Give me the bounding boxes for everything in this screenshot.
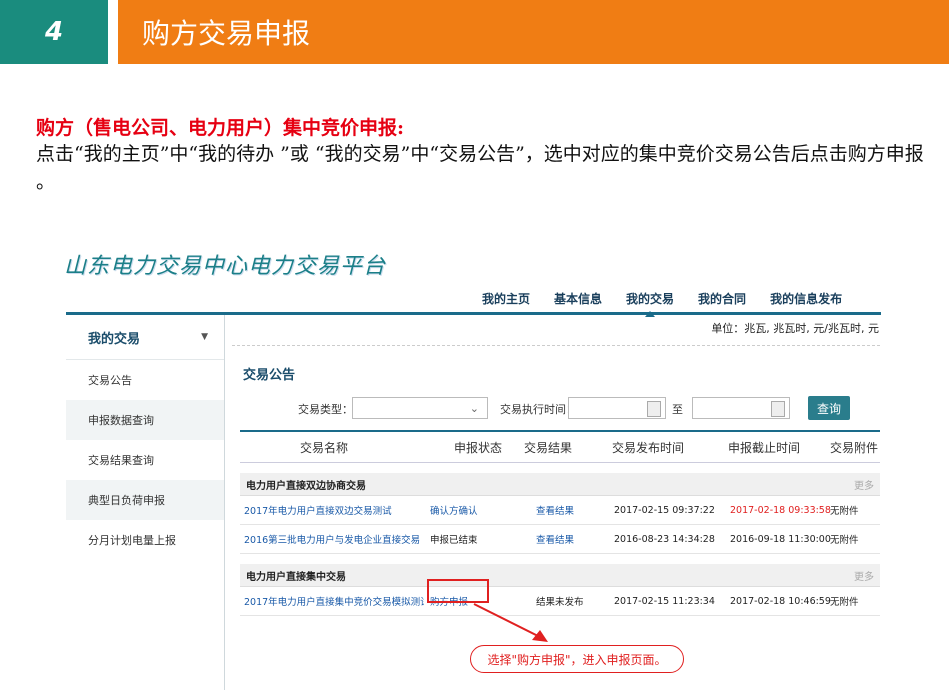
- sidebar-title: 我的交易: [88, 331, 141, 347]
- platform-logo: 山东电力交易中心电力交易平台: [64, 254, 387, 279]
- top-navigation: 我的主页 基本信息 我的交易 我的合同 我的信息发布: [470, 290, 854, 317]
- attachment: 无附件: [830, 597, 859, 608]
- col-deadline: 申报截止时间: [728, 440, 801, 455]
- sidebar-item-result-query[interactable]: 交易结果查询: [66, 440, 224, 480]
- instruction-heading: 购方（售电公司、电力用户）集中竞价申报:: [36, 117, 405, 139]
- nav-my-contracts[interactable]: 我的合同: [686, 290, 758, 307]
- status-link[interactable]: 确认方确认: [430, 496, 478, 524]
- table-row: 2017年电力用户直接双边交易测试 确认方确认 查看结果 2017-02-15 …: [240, 496, 880, 525]
- sidebar-header[interactable]: 我的交易 ▼: [66, 315, 224, 360]
- deadline-time: 2016-09-18 11:30:00: [730, 533, 831, 545]
- nav-my-trades[interactable]: 我的交易: [614, 290, 686, 317]
- group-header: 电力用户直接集中交易 更多: [240, 564, 880, 587]
- col-result: 交易结果: [524, 440, 573, 455]
- col-publish: 交易发布时间: [612, 440, 685, 455]
- time-label: 交易执行时间：: [500, 403, 577, 416]
- callout-annotation: 选择"购方申报"，进入申报页面。: [470, 645, 684, 673]
- trade-name-link[interactable]: 2017年电力用户直接集中竞价交易模拟测试: [244, 587, 424, 615]
- units-label: 单位：兆瓦, 兆瓦时, 元/兆瓦时, 元: [711, 322, 879, 335]
- col-status: 申报状态: [454, 440, 503, 455]
- announcement-table: 交易名称 申报状态 交易结果 交易发布时间 申报截止时间 交易附件 电力用户直接…: [240, 430, 880, 616]
- sidebar-item-declaration-query[interactable]: 申报数据查询: [66, 400, 224, 440]
- type-label: 交易类型：: [298, 403, 353, 416]
- calendar-icon[interactable]: [647, 401, 661, 417]
- nav-my-publish[interactable]: 我的信息发布: [758, 290, 854, 307]
- publish-time: 2016-08-23 14:34:28: [614, 533, 715, 545]
- slide-number: 4: [0, 0, 108, 64]
- deadline-time: 2017-02-18 09:33:58: [730, 504, 831, 516]
- chevron-down-icon: ▼: [201, 332, 208, 342]
- view-result-link[interactable]: 查看结果: [536, 525, 574, 553]
- table-row: 2016第三批电力用户与发电企业直接交易 申报已结束 查看结果 2016-08-…: [240, 525, 880, 554]
- nav-home[interactable]: 我的主页: [470, 290, 542, 307]
- slide-title: 购方交易申报: [118, 0, 949, 64]
- calendar-icon[interactable]: [771, 401, 785, 417]
- status-text: 申报已结束: [430, 535, 478, 546]
- type-select[interactable]: ⌄: [352, 397, 488, 419]
- trade-name-link[interactable]: 2017年电力用户直接双边交易测试: [244, 496, 424, 524]
- sidebar-item-monthly-plan[interactable]: 分月计划电量上报: [66, 520, 224, 560]
- sidebar-item-announcements[interactable]: 交易公告: [66, 360, 224, 400]
- divider: [232, 345, 880, 346]
- table-row: 2017年电力用户直接集中竞价交易模拟测试 购方申报 结果未发布 2017-02…: [240, 587, 880, 616]
- group-header: 电力用户直接双边协商交易 更多: [240, 473, 880, 496]
- attachment: 无附件: [830, 535, 859, 546]
- trade-name-link[interactable]: 2016第三批电力用户与发电企业直接交易: [244, 525, 424, 553]
- more-link[interactable]: 更多: [854, 568, 874, 583]
- publish-time: 2017-02-15 11:23:34: [614, 595, 715, 607]
- deadline-time: 2017-02-18 10:46:59: [730, 595, 831, 607]
- chevron-down-icon: ⌄: [469, 401, 479, 415]
- query-button[interactable]: 查询: [808, 396, 850, 420]
- start-date-input[interactable]: [568, 397, 666, 419]
- group-title: 电力用户直接双边协商交易: [246, 480, 366, 492]
- more-link[interactable]: 更多: [854, 477, 874, 492]
- table-header: 交易名称 申报状态 交易结果 交易发布时间 申报截止时间 交易附件: [240, 430, 880, 463]
- pointer-arrow-icon: [473, 603, 548, 642]
- view-result-link[interactable]: 查看结果: [536, 496, 574, 524]
- to-label: 至: [672, 403, 683, 416]
- section-title: 交易公告: [243, 368, 296, 383]
- sidebar-item-daily-load[interactable]: 典型日负荷申报: [66, 480, 224, 520]
- instruction-text: 点击“我的主页”中“我的待办 ”或 “我的交易”中“交易公告”，选中对应的集中竞…: [36, 143, 924, 193]
- nav-basic-info[interactable]: 基本信息: [542, 290, 614, 307]
- sidebar: 我的交易 ▼ 交易公告 申报数据查询 交易结果查询 典型日负荷申报 分月计划电量…: [66, 315, 225, 690]
- attachment: 无附件: [830, 506, 859, 517]
- col-attachment: 交易附件: [830, 440, 879, 455]
- end-date-input[interactable]: [692, 397, 790, 419]
- publish-time: 2017-02-15 09:37:22: [614, 504, 715, 516]
- col-name: 交易名称: [300, 440, 349, 455]
- group-title: 电力用户直接集中交易: [246, 571, 346, 583]
